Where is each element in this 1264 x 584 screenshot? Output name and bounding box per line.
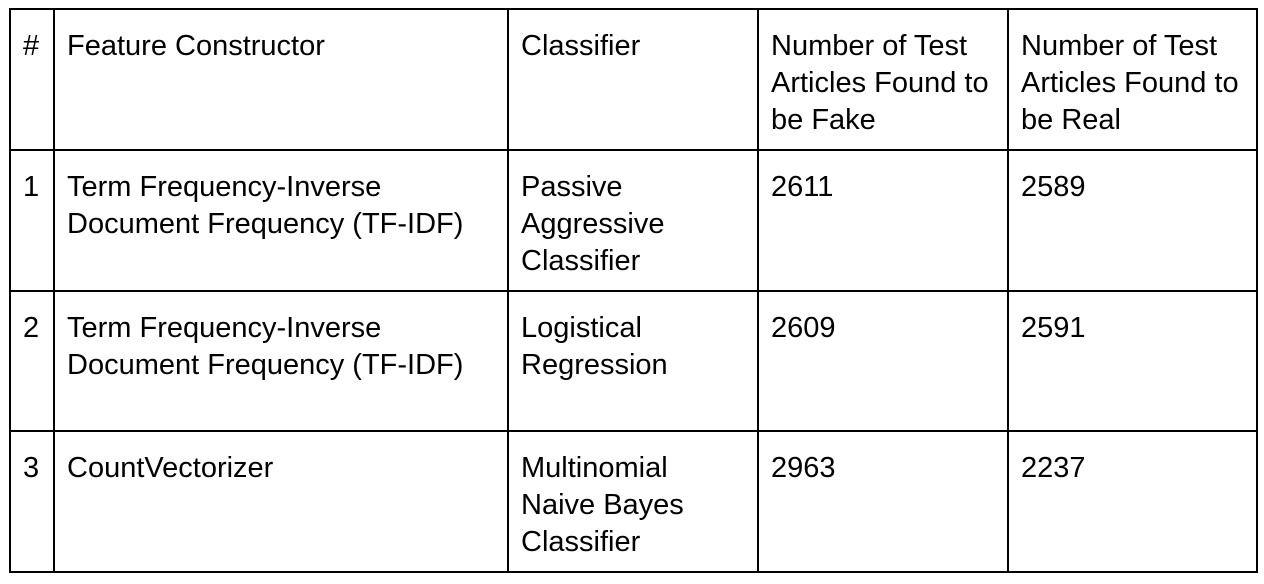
row-number: 1	[9, 149, 55, 292]
header-number: #	[9, 8, 55, 151]
header-classifier: Classifier	[507, 8, 759, 151]
header-feature-constructor: Feature Constructor	[53, 8, 509, 151]
feature-constructor-cell: Term Frequency-Inverse Document Frequenc…	[53, 290, 509, 432]
real-count-cell: 2237	[1007, 430, 1258, 573]
row-number: 2	[9, 290, 55, 432]
header-fake-count: Number of Test Articles Found to be Fake	[757, 8, 1009, 151]
table-row: 2 Term Frequency-Inverse Document Freque…	[9, 290, 1258, 432]
fake-count-cell: 2609	[757, 290, 1009, 432]
fake-count-cell: 2963	[757, 430, 1009, 573]
classifier-cell: Multinomial Naive Bayes Classifier	[507, 430, 759, 573]
real-count-cell: 2591	[1007, 290, 1258, 432]
table-row: 3 CountVectorizer Multinomial Naive Baye…	[9, 430, 1258, 573]
real-count-cell: 2589	[1007, 149, 1258, 292]
header-real-count: Number of Test Articles Found to be Real	[1007, 8, 1258, 151]
feature-constructor-cell: Term Frequency-Inverse Document Frequenc…	[53, 149, 509, 292]
results-table: # Feature Constructor Classifier Number …	[9, 8, 1258, 573]
table-row: 1 Term Frequency-Inverse Document Freque…	[9, 149, 1258, 292]
fake-count-cell: 2611	[757, 149, 1009, 292]
feature-constructor-cell: CountVectorizer	[53, 430, 509, 573]
classifier-cell: Passive Aggressive Classifier	[507, 149, 759, 292]
row-number: 3	[9, 430, 55, 573]
classifier-cell: Logistical Regression	[507, 290, 759, 432]
header-row: # Feature Constructor Classifier Number …	[9, 8, 1258, 151]
